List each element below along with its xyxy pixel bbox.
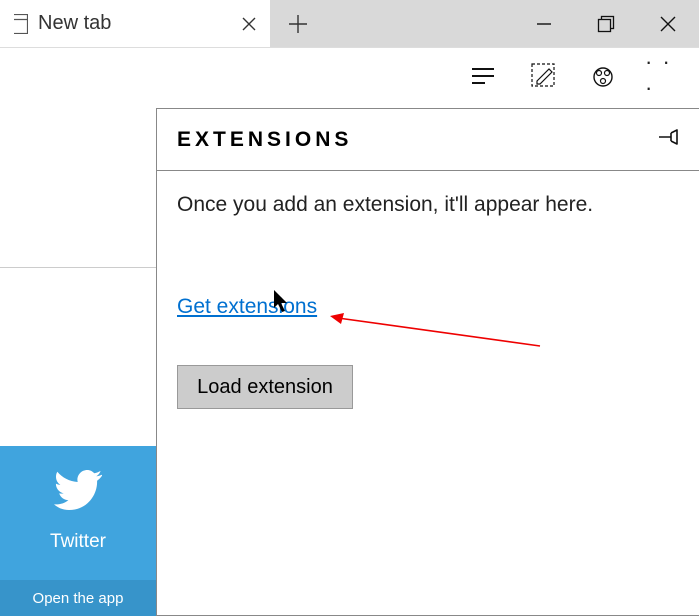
- tab-title: New tab: [38, 12, 218, 35]
- tile-open-app[interactable]: Open the app: [0, 580, 156, 616]
- panel-header: Extensions: [157, 109, 699, 171]
- start-page-left-column: Twitter Open the app: [0, 102, 156, 616]
- get-extensions-link[interactable]: Get extensions: [177, 295, 317, 319]
- maximize-button[interactable]: [575, 0, 637, 47]
- toolbar: · · ·: [0, 48, 699, 102]
- more-menu-button[interactable]: · · ·: [645, 57, 681, 93]
- new-tab-button[interactable]: [270, 0, 326, 47]
- panel-title: Extensions: [177, 128, 352, 152]
- twitter-icon: [54, 470, 102, 515]
- web-note-icon[interactable]: [525, 57, 561, 93]
- tile-name: Twitter: [50, 531, 106, 553]
- extensions-panel: Extensions Once you add an extension, it…: [156, 108, 699, 616]
- titlebar-inactive-area: [270, 0, 699, 47]
- window-controls: [513, 0, 699, 47]
- close-window-button[interactable]: [637, 0, 699, 47]
- minimize-button[interactable]: [513, 0, 575, 47]
- browser-tab[interactable]: New tab: [0, 0, 270, 47]
- share-icon[interactable]: [585, 57, 621, 93]
- titlebar: New tab: [0, 0, 699, 48]
- panel-body: Once you add an extension, it'll appear …: [157, 171, 699, 431]
- panel-description: Once you add an extension, it'll appear …: [177, 193, 681, 217]
- tab-page-icon: [10, 14, 28, 34]
- load-extension-button[interactable]: Load extension: [177, 365, 353, 409]
- close-tab-button[interactable]: [228, 16, 270, 32]
- divider: [0, 267, 156, 268]
- reading-view-icon[interactable]: [465, 57, 501, 93]
- pin-icon[interactable]: [657, 127, 681, 152]
- twitter-tile[interactable]: Twitter Open the app: [0, 446, 156, 616]
